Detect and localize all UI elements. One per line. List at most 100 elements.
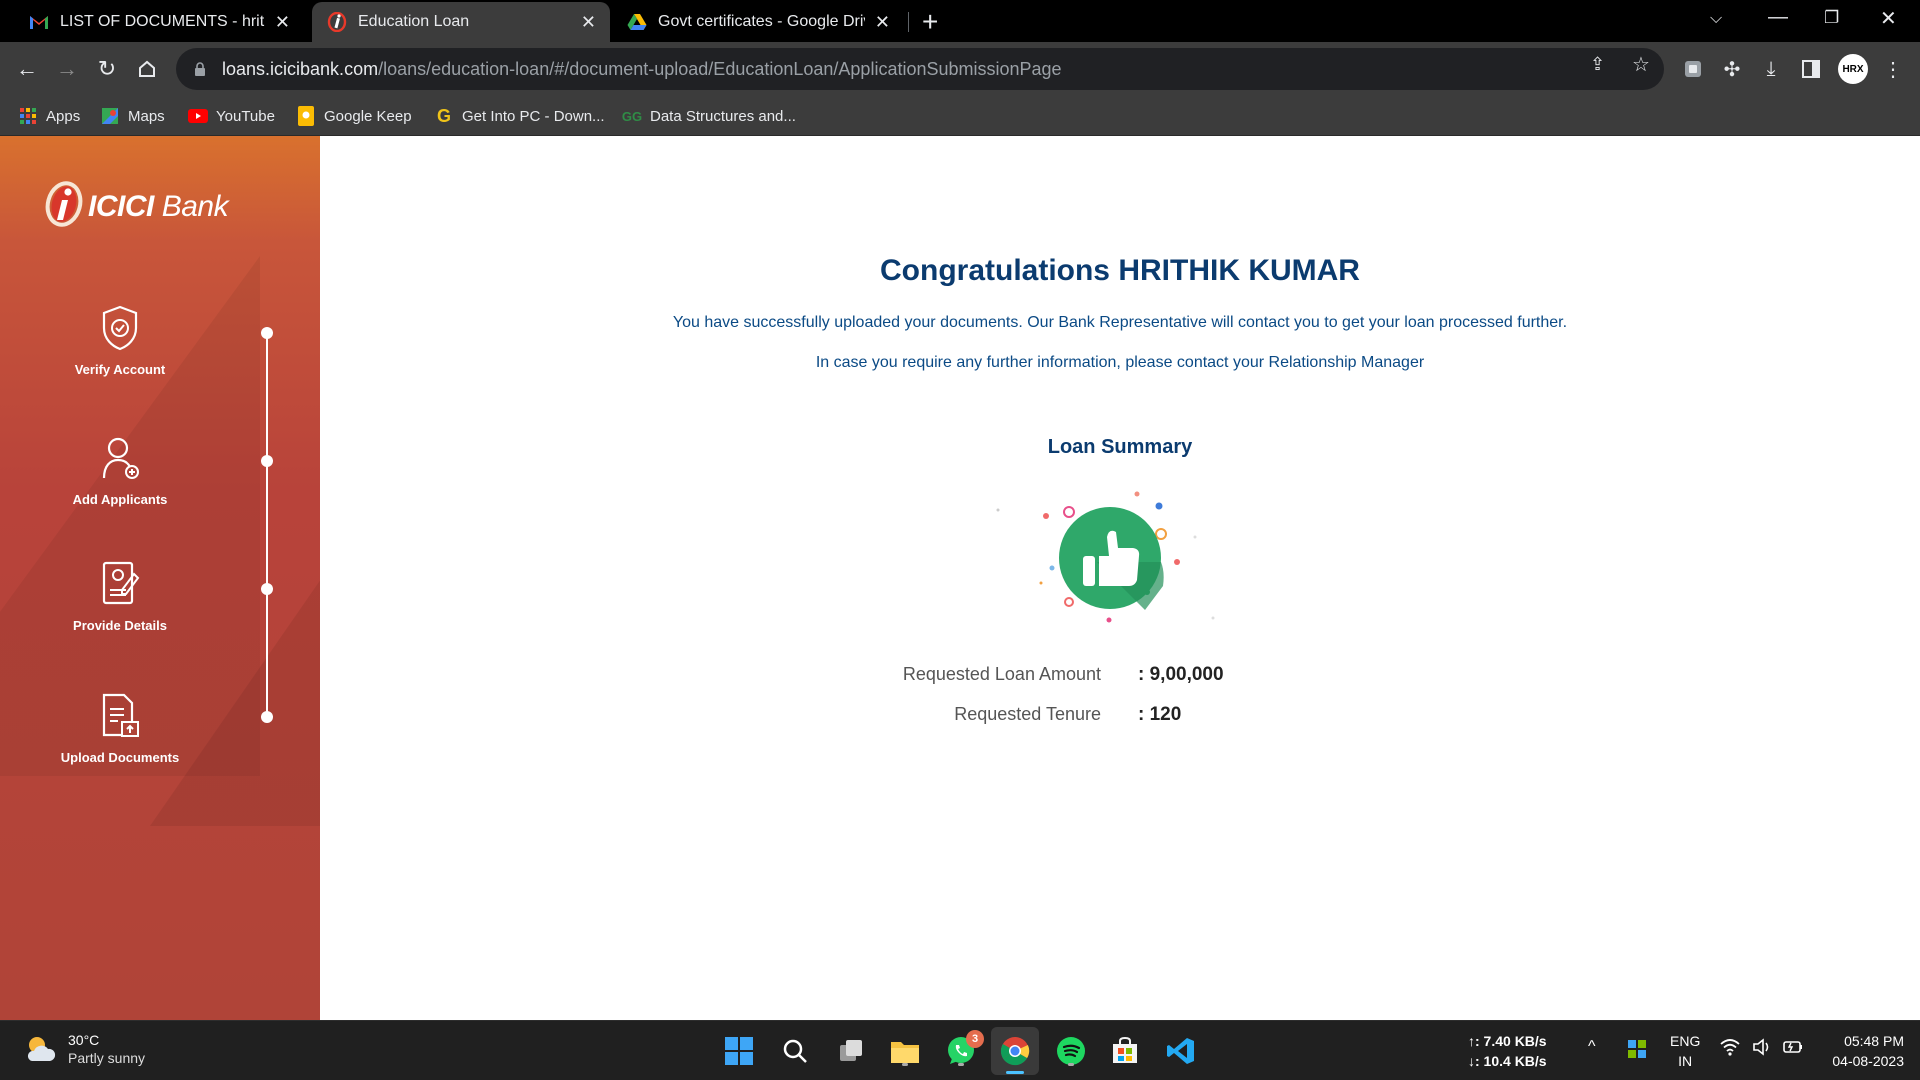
menu-kebab-icon[interactable]: ⋮ — [1880, 56, 1906, 82]
system-clock[interactable]: 05:48 PM 04-08-2023 — [1820, 1031, 1904, 1071]
apps-grid-icon — [18, 106, 38, 126]
browser-tab-strip: LIST OF DOCUMENTS - hrithikku ✕ Educatio… — [0, 0, 1920, 42]
summary-row-loan-amount: Requested Loan Amount : 9,00,000 — [320, 664, 1920, 694]
success-message: You have successfully uploaded your docu… — [672, 314, 1568, 331]
loan-summary-heading: Loan Summary — [1047, 436, 1193, 458]
progress-dot — [261, 583, 273, 595]
chrome-icon[interactable] — [991, 1027, 1039, 1075]
search-icon[interactable] — [776, 1032, 814, 1070]
bookmark-get-into-pc[interactable]: G Get Into PC - Down... — [434, 104, 605, 128]
maps-icon — [100, 106, 120, 126]
shield-check-icon — [102, 305, 138, 351]
whatsapp-icon[interactable]: 3 — [942, 1030, 984, 1070]
file-explorer-icon[interactable] — [886, 1032, 924, 1070]
step-label: Upload Documents — [60, 750, 180, 765]
step-verify-account[interactable]: Verify Account — [40, 304, 200, 377]
bookmark-youtube[interactable]: YouTube — [188, 104, 275, 128]
step-label: Verify Account — [74, 362, 166, 377]
weather-temperature: 30°C — [68, 1032, 100, 1048]
new-tab-button[interactable]: + — [922, 6, 938, 38]
task-view-icon[interactable] — [832, 1032, 870, 1070]
close-tab-icon[interactable]: ✕ — [275, 12, 290, 33]
summary-label: Requested Tenure — [954, 704, 1101, 724]
tab-title: Education Loan — [358, 13, 470, 30]
bookmark-google-keep[interactable]: Google Keep — [296, 104, 412, 128]
side-panel-icon[interactable] — [1798, 56, 1824, 82]
weather-description: Partly sunny — [68, 1050, 146, 1066]
bookmark-star-icon[interactable]: ☆ — [1632, 52, 1650, 77]
start-button[interactable] — [720, 1032, 758, 1070]
page-title: Congratulations HRITHIK KUMAR — [880, 254, 1360, 287]
tab-google-drive[interactable]: Govt certificates - Google Drive ✕ — [612, 2, 904, 42]
spotify-icon[interactable] — [1052, 1032, 1090, 1070]
language-indicator[interactable]: ENG IN — [1670, 1031, 1700, 1071]
upload-document-icon — [102, 693, 139, 737]
summary-value: : 120 — [1138, 704, 1182, 725]
tab-title: LIST OF DOCUMENTS - hrithikku — [60, 13, 265, 30]
home-icon[interactable] — [130, 52, 164, 86]
tray-app-icon[interactable] — [1628, 1040, 1646, 1063]
notification-badge: 3 — [966, 1030, 984, 1048]
close-tab-icon[interactable]: ✕ — [581, 12, 596, 33]
page-content: ICICI Bank Verify Account Add Applicants — [0, 136, 1920, 1020]
restore-icon[interactable]: ❐ — [1824, 8, 1839, 28]
progress-dot — [261, 711, 273, 723]
tab-education-loan[interactable]: Education Loan ✕ — [312, 2, 610, 42]
icici-logo[interactable]: ICICI Bank — [42, 178, 229, 228]
profile-avatar[interactable]: HRX — [1838, 54, 1868, 84]
close-window-icon[interactable]: ✕ — [1880, 6, 1897, 31]
summary-value: : 9,00,000 — [1138, 664, 1224, 685]
running-indicator — [958, 1063, 964, 1066]
bookmark-label: Apps — [46, 107, 81, 125]
thumbs-up-icon — [996, 491, 1215, 623]
share-icon[interactable]: ⇪ — [1590, 54, 1605, 75]
battery-icon[interactable] — [1782, 1038, 1804, 1061]
bookmark-label: Get Into PC - Down... — [462, 107, 605, 125]
form-details-icon — [102, 561, 140, 605]
icici-logo-icon — [45, 181, 83, 227]
step-upload-documents[interactable]: Upload Documents — [40, 692, 200, 765]
bookmark-label: Google Keep — [324, 107, 412, 125]
logo-wordmark: ICICI Bank — [88, 190, 229, 223]
reload-icon[interactable]: ↻ — [90, 52, 124, 86]
volume-icon[interactable] — [1752, 1038, 1772, 1061]
step-label: Add Applicants — [72, 492, 168, 507]
google-drive-icon — [626, 11, 648, 33]
vscode-icon[interactable] — [1162, 1032, 1200, 1070]
tab-title: Govt certificates - Google Drive — [658, 13, 865, 30]
step-provide-details[interactable]: Provide Details — [40, 560, 200, 633]
upload-speed: ↑: 7.40 KB/s — [1468, 1033, 1547, 1049]
close-tab-icon[interactable]: ✕ — [875, 12, 890, 33]
progress-dot — [261, 327, 273, 339]
wifi-icon[interactable] — [1720, 1038, 1740, 1061]
bookmark-maps[interactable]: Maps — [100, 104, 165, 128]
contact-message: In case you require any further informat… — [815, 354, 1425, 371]
bookmarks-bar: Apps Maps YouTube Google Keep G Get Into… — [0, 96, 1920, 136]
bookmark-apps[interactable]: Apps — [18, 104, 80, 128]
download-icon[interactable]: ⤓ — [1758, 56, 1784, 82]
summary-label: Requested Loan Amount — [902, 664, 1101, 684]
download-speed: ↓: 10.4 KB/s — [1468, 1053, 1547, 1069]
tab-search-icon[interactable]: ⌵ — [1710, 10, 1722, 28]
clock-date: 04-08-2023 — [1832, 1053, 1904, 1069]
main-content: Congratulations HRITHIK KUMAR You have s… — [320, 136, 1920, 1020]
back-icon[interactable]: ← — [10, 52, 44, 86]
extensions-puzzle-icon[interactable]: ✣ — [1719, 56, 1745, 82]
gmail-icon — [28, 11, 50, 33]
running-indicator — [902, 1063, 908, 1066]
tab-gmail[interactable]: LIST OF DOCUMENTS - hrithikku ✕ — [14, 2, 304, 42]
browser-toolbar: ← → ↻ loans.icicibank.com/loans/educatio… — [0, 42, 1920, 96]
bookmark-data-structures[interactable]: GG Data Structures and... — [622, 104, 796, 128]
extension-icon[interactable] — [1680, 56, 1706, 82]
chevron-up-icon[interactable]: ^ — [1588, 1038, 1596, 1056]
weather-widget[interactable]: 30°C Partly sunny — [22, 1031, 145, 1067]
microsoft-store-icon[interactable] — [1106, 1032, 1144, 1070]
address-bar[interactable]: loans.icicibank.com/loans/education-loan… — [176, 48, 1664, 90]
icici-icon — [326, 11, 348, 33]
add-person-icon — [102, 437, 139, 479]
lock-icon — [195, 62, 205, 76]
forward-icon[interactable]: → — [50, 52, 84, 86]
bookmark-label: Maps — [128, 107, 165, 125]
minimize-icon[interactable]: — — [1768, 6, 1788, 29]
step-add-applicants[interactable]: Add Applicants — [40, 434, 200, 507]
